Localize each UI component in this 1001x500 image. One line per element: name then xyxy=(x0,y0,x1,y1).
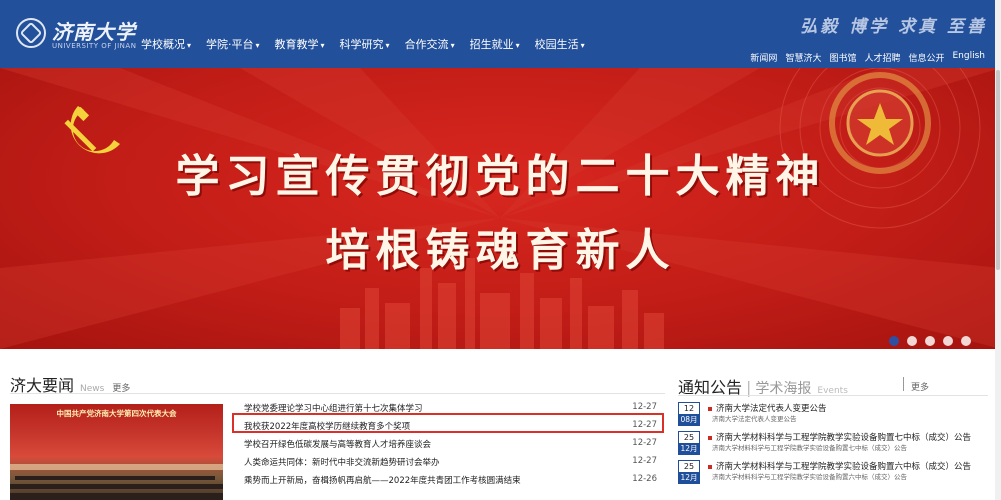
chevron-down-icon: ▾ xyxy=(320,41,325,50)
logo-english-name: UNIVERSITY OF JINAN xyxy=(52,42,137,50)
news-item-title[interactable]: 乘势而上开新局，奋楫扬帆再启航——2022年度共青团工作考核圆满结束 xyxy=(244,474,521,486)
banner-subheadline: 培根铸魂育新人 xyxy=(325,225,676,276)
notice-more-divider xyxy=(903,377,904,391)
bullet-icon xyxy=(708,435,712,440)
notice-subtitle: 济南大学材料科学与工程学院教学实验设备购置七中标（成交）公告 xyxy=(712,444,907,452)
notice-divider xyxy=(678,395,988,396)
notice-more-link[interactable]: 更多 xyxy=(911,380,929,393)
notice-month: 08月 xyxy=(679,414,699,425)
notice-day: 25 xyxy=(683,433,695,442)
news-item-date: 12-27 xyxy=(632,456,657,466)
notice-list-item[interactable]: 25 12月 济南大学材料科学与工程学院教学实验设备购置七中标（成交）公告 济南… xyxy=(678,431,998,461)
news-list-item[interactable]: 学校召开绿色低碳发展与高等教育人才培养座谈会 12-27 xyxy=(241,435,661,453)
chevron-down-icon: ▾ xyxy=(385,41,390,50)
notice-month: 12月 xyxy=(679,472,699,483)
slide-dot-1[interactable] xyxy=(889,336,899,346)
news-item-title[interactable]: 人类命运共同体：新时代中非交流新趋势研讨会举办 xyxy=(244,456,440,468)
slide-dot-4[interactable] xyxy=(943,336,953,346)
main-nav: 学校概况 ▾ 学院·平台 ▾ 教育教学 ▾ 科学研究 ▾ 合作交流 ▾ 招生就业 ▾ 校园生… xyxy=(141,36,600,52)
page-scrollbar[interactable] xyxy=(995,0,1001,500)
highlight-box xyxy=(232,413,664,433)
chevron-down-icon: ▾ xyxy=(187,41,192,50)
slide-indicators xyxy=(881,336,971,346)
nav-item-admissions[interactable]: 招生就业 ▾ xyxy=(470,36,520,52)
news-photo-caption: 中国共产党济南大学第四次代表大会 xyxy=(56,409,177,418)
university-emblem-icon xyxy=(16,18,46,48)
news-list-item[interactable]: 乘势而上开新局，奋楫扬帆再启航——2022年度共青团工作考核圆满结束 12-26 xyxy=(241,471,661,489)
chevron-down-icon: ▾ xyxy=(450,41,455,50)
news-item-title[interactable]: 学校召开绿色低碳发展与高等教育人才培养座谈会 xyxy=(244,438,431,450)
nav-item-education[interactable]: 教育教学 ▾ xyxy=(275,36,325,52)
university-logo[interactable]: 济南大学 UNIVERSITY OF JINAN xyxy=(12,14,147,54)
bullet-icon xyxy=(708,406,712,411)
nav-item-about[interactable]: 学校概况 ▾ xyxy=(141,36,191,52)
notice-month: 12月 xyxy=(679,443,699,454)
news-divider xyxy=(10,393,665,394)
banner-headline: 学习宣传贯彻党的二十大精神 xyxy=(175,151,826,202)
news-item-date: 12-27 xyxy=(632,402,657,412)
hero-banner[interactable]: 学习宣传贯彻党的二十大精神 培根铸魂育新人 xyxy=(0,68,1001,349)
notice-subtitle: 济南大学法定代表人变更公告 xyxy=(712,415,797,423)
calendar-icon: 25 12月 xyxy=(678,431,700,455)
toplink-library[interactable]: 图书馆 xyxy=(829,51,856,64)
notice-list-item[interactable]: 25 12月 济南大学材料科学与工程学院教学实验设备购置六中标（成交）公告 济南… xyxy=(678,460,998,490)
nav-item-cooperation[interactable]: 合作交流 ▾ xyxy=(405,36,455,52)
news-item-date: 12-26 xyxy=(632,474,657,484)
site-header: 济南大学 UNIVERSITY OF JINAN 学校概况 ▾ 学院·平台 ▾ 教育… xyxy=(0,0,1001,68)
photo-audience-graphic xyxy=(10,464,223,500)
news-featured-photo[interactable]: 中国共产党济南大学第四次代表大会 xyxy=(10,404,223,500)
chevron-down-icon: ▾ xyxy=(580,41,585,50)
slide-dot-5[interactable] xyxy=(961,336,971,346)
notice-day: 12 xyxy=(683,404,695,413)
toplink-news-site[interactable]: 新闻网 xyxy=(750,51,777,64)
nav-item-research[interactable]: 科学研究 ▾ xyxy=(340,36,390,52)
calendar-icon: 12 08月 xyxy=(678,402,700,426)
notice-day: 25 xyxy=(683,462,695,471)
slide-dot-2[interactable] xyxy=(907,336,917,346)
toplink-recruitment[interactable]: 人才招聘 xyxy=(864,51,900,64)
chevron-down-icon: ▾ xyxy=(515,41,520,50)
notice-list-item[interactable]: 12 08月 济南大学法定代表人变更公告 济南大学法定代表人变更公告 xyxy=(678,402,998,432)
toplink-smart-campus[interactable]: 智慧济大 xyxy=(785,51,821,64)
university-motto: 弘毅 博学 求真 至善 xyxy=(800,17,987,37)
notice-subtitle: 济南大学材料科学与工程学院教学实验设备购置六中标（成交）公告 xyxy=(712,473,907,481)
top-links: 新闻网 智慧济大 图书馆 人才招聘 信息公开 English xyxy=(742,51,985,64)
toplink-info-disclosure[interactable]: 信息公开 xyxy=(908,51,944,64)
chevron-down-icon: ▾ xyxy=(255,41,260,50)
scrollbar-thumb[interactable] xyxy=(996,70,1000,270)
nav-item-campus-life[interactable]: 校园生活 ▾ xyxy=(535,36,585,52)
news-item-date: 12-27 xyxy=(632,438,657,448)
slide-dot-3[interactable] xyxy=(925,336,935,346)
toplink-english[interactable]: English xyxy=(953,51,986,64)
calendar-icon: 25 12月 xyxy=(678,460,700,484)
nav-item-colleges[interactable]: 学院·平台 ▾ xyxy=(206,36,260,52)
logo-chinese-name: 济南大学 xyxy=(52,20,136,44)
news-list-item[interactable]: 人类命运共同体：新时代中非交流新趋势研讨会举办 12-27 xyxy=(241,453,661,471)
bullet-icon xyxy=(708,464,712,469)
